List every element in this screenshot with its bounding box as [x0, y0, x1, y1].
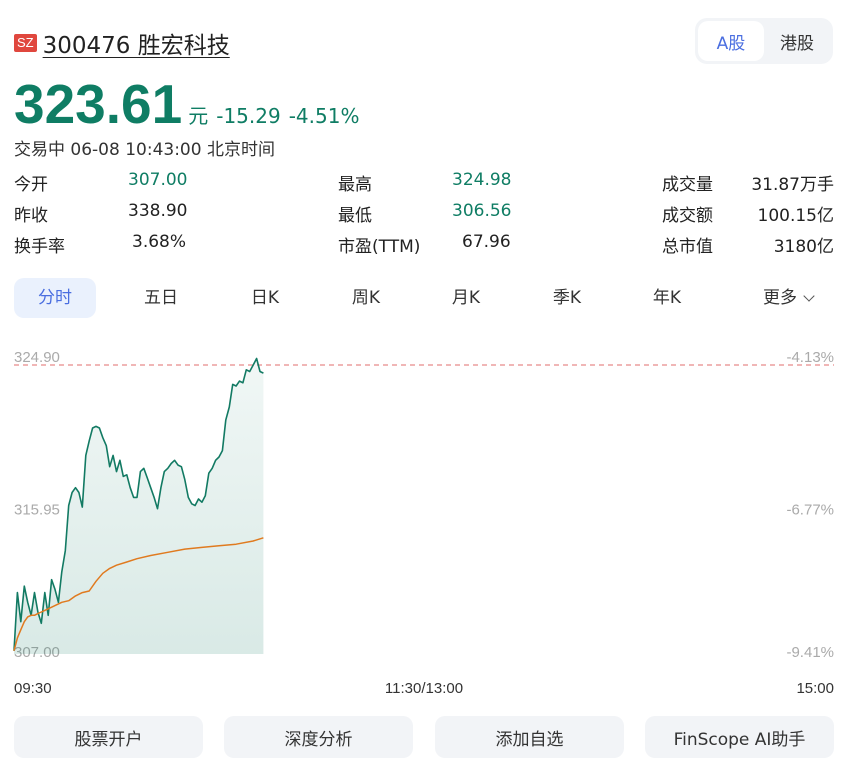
tab-a-share[interactable]: A股 [698, 21, 764, 61]
stat-label-open: 今开 [14, 175, 48, 195]
tab-hk-share[interactable]: 港股 [764, 21, 830, 61]
stat-value-turnover: 100.15亿 [757, 206, 834, 226]
y-axis-label-right: -4.13% [786, 349, 834, 366]
stat-value-volume: 31.87万手 [751, 175, 834, 195]
stat-label-high: 最高 [338, 175, 372, 195]
period-tabs: 分时 五日 日K 周K 月K 季K 年K 更多 [14, 278, 834, 318]
tab-five-day[interactable]: 五日 [122, 278, 200, 318]
stat-value-pe: 67.96 [462, 232, 511, 252]
x-axis-label: 11:30/13:00 [385, 680, 463, 697]
tab-yearly-k[interactable]: 年K [628, 278, 706, 318]
stat-label-market-cap: 总市值 [662, 237, 713, 257]
intraday-chart[interactable]: 324.90315.95307.00-4.13%-6.77%-9.41%09:3… [0, 330, 855, 710]
stats-row: 换手率 3.68% 市盈(TTM) 67.96 总市值 3180亿 [14, 232, 834, 260]
chevron-down-icon [803, 290, 815, 302]
tab-more[interactable]: 更多 [742, 278, 834, 318]
tab-weekly-k[interactable]: 周K [327, 278, 405, 318]
deep-analysis-button[interactable]: 深度分析 [224, 716, 413, 758]
action-buttons: 股票开户 深度分析 添加自选 FinScope AI助手 [14, 716, 834, 758]
add-watchlist-button[interactable]: 添加自选 [435, 716, 624, 758]
trading-status: 交易中 06-08 10:43:00 北京时间 [14, 140, 275, 160]
price-unit: 元 [188, 104, 209, 128]
y-axis-label-right: -9.41% [786, 644, 834, 661]
stat-label-prev-close: 昨收 [14, 206, 48, 226]
stat-value-open: 307.00 [128, 170, 188, 190]
stats-row: 昨收 338.90 最低 306.56 成交额 100.15亿 [14, 201, 834, 229]
stat-value-low: 306.56 [452, 201, 512, 221]
stats-row: 今开 307.00 最高 324.98 成交量 31.87万手 [14, 170, 834, 198]
price-change: -15.29 [216, 104, 281, 128]
market-switch: A股 港股 [695, 18, 833, 64]
y-axis-label-right: -6.77% [786, 502, 834, 519]
stat-value-turnover-rate: 3.68% [132, 232, 187, 252]
stat-label-low: 最低 [338, 206, 372, 226]
price-row: 323.61 元 -15.29 -4.51% [14, 72, 359, 136]
finscope-ai-button[interactable]: FinScope AI助手 [645, 716, 834, 758]
tab-quarterly-k[interactable]: 季K [528, 278, 606, 318]
stock-header: SZ 300476 胜宏科技 [14, 26, 230, 60]
price-change-pct: -4.51% [288, 104, 360, 128]
x-axis-label: 09:30 [14, 680, 52, 697]
stat-label-turnover-rate: 换手率 [14, 237, 65, 257]
stat-label-turnover: 成交额 [662, 206, 713, 226]
stock-quote-card: SZ 300476 胜宏科技 A股 港股 323.61 元 -15.29 -4.… [0, 0, 855, 775]
x-axis-label: 15:00 [796, 680, 834, 697]
stat-label-pe: 市盈(TTM) [338, 237, 421, 257]
stat-value-prev-close: 338.90 [128, 201, 188, 221]
exchange-badge: SZ [14, 34, 37, 52]
y-axis-label-left: 324.90 [14, 349, 60, 366]
y-axis-label-left: 315.95 [14, 502, 60, 519]
tab-intraday[interactable]: 分时 [14, 278, 96, 318]
tab-daily-k[interactable]: 日K [226, 278, 304, 318]
stat-label-volume: 成交量 [662, 175, 713, 195]
stat-value-market-cap: 3180亿 [773, 237, 834, 257]
tab-more-label: 更多 [763, 288, 797, 308]
tab-monthly-k[interactable]: 月K [427, 278, 505, 318]
open-account-button[interactable]: 股票开户 [14, 716, 203, 758]
current-price: 323.61 [14, 73, 183, 135]
stock-title-link[interactable]: 300476 胜宏科技 [43, 26, 230, 60]
stat-value-high: 324.98 [452, 170, 512, 190]
